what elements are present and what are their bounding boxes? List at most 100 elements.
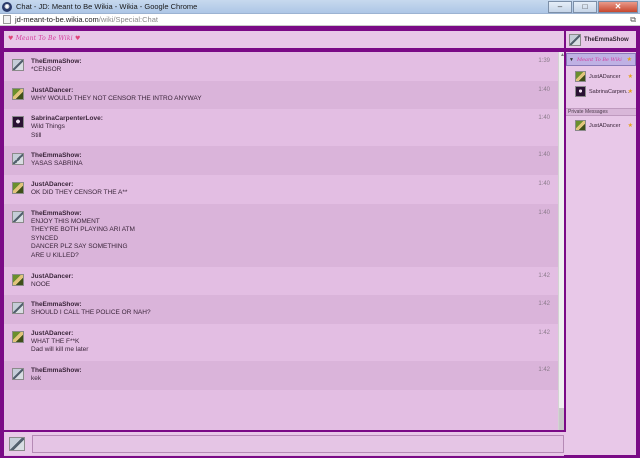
scroll-up-icon[interactable]: ▲ (560, 52, 565, 58)
message-username[interactable]: TheEmmaShow: (31, 367, 82, 374)
message-row: JustADancer: 1:40 WHY WOULD THEY NOT CENSO… (4, 80, 558, 110)
message-time: 1:40 (538, 152, 550, 159)
message-line: *CENSOR (31, 66, 62, 73)
message-username[interactable]: JustADancer: (31, 87, 73, 94)
room-header[interactable]: ▼ Meant To Be Wiki ★ (566, 53, 636, 66)
user-sidebar: ▼ Meant To Be Wiki ★ JustADancer ★ Sabrina… (566, 52, 636, 455)
star-icon: ★ (627, 74, 633, 80)
sidebar-user-name: SabrinaCarpen... (589, 88, 629, 95)
message-line: WHAT THE F**K (31, 337, 80, 345)
message-line: Wild Things (31, 123, 65, 131)
message-row: JustADancer: 1:40 OK DID THEY CENSOR THE A… (4, 175, 558, 204)
avatar (575, 71, 586, 82)
avatar[interactable] (12, 368, 24, 380)
page-menu-icon[interactable]: ⧉ (630, 15, 636, 25)
message-line: YASAS SABRINA (31, 160, 83, 168)
star-icon: ★ (626, 57, 632, 63)
star-icon: ★ (627, 89, 633, 95)
page-icon (3, 15, 11, 24)
avatar (569, 33, 581, 46)
window-title: Chat - JD: Meant to Be Wikia - Wikia - G… (16, 2, 198, 11)
message-time: 1:40 (538, 209, 550, 216)
avatar[interactable] (12, 182, 24, 194)
message-text: WHY WOULD THEY NOT CENSOR THE INTRO ANYW… (31, 95, 202, 104)
message-username[interactable]: TheEmmaShow: (31, 58, 82, 65)
message-row: SabrinaCarpenterLove: 1:40 Wild Things Stil… (4, 109, 558, 146)
message-text: kek (31, 375, 41, 384)
message-time: 1:40 (538, 115, 550, 122)
message-row: TheEmmaShow: 1:39 *CENSOR (4, 52, 558, 81)
message-text: YASAS SABRINA (31, 160, 83, 169)
close-button[interactable]: ✕ (598, 1, 638, 13)
collapse-arrow-icon[interactable]: ▼ (569, 57, 574, 63)
message-input[interactable] (32, 435, 564, 453)
message-time: 1:42 (538, 272, 550, 279)
message-time: 1:42 (538, 367, 550, 373)
chrome-app-icon: ◉ (2, 1, 12, 12)
message-list[interactable]: TheEmmaShow: 1:39 *CENSOR JustADancer: 1:40 W… (4, 52, 558, 446)
message-username[interactable]: JustADancer: (31, 273, 73, 280)
current-user-name: TheEmmaShow (584, 36, 629, 43)
avatar[interactable] (12, 302, 24, 315)
avatar[interactable] (12, 273, 24, 286)
message-line: DANCER PLZ SAY SOMETHING (31, 243, 128, 251)
message-time: 1:42 (538, 301, 550, 308)
avatar[interactable] (12, 87, 24, 100)
avatar[interactable] (12, 330, 24, 343)
address-bar[interactable]: jd-meant-to-be.wikia.com/wiki/Special:Ch… (0, 14, 640, 26)
chat-log[interactable]: TheEmmaShow: 1:39 *CENSOR JustADancer: 1:40 W… (4, 52, 565, 456)
room-logo: Meant To Be Wiki (576, 56, 622, 63)
chat-header: ♥ Meant To Be Wiki ♥ (4, 31, 564, 50)
vertical-scrollbar[interactable]: ▲ ▼ (558, 52, 565, 446)
message-text: Wild Things Still (31, 123, 65, 140)
wiki-logo[interactable]: ♥ Meant To Be Wiki ♥ (8, 35, 81, 42)
message-line: NOOE (31, 280, 51, 288)
maximize-button[interactable]: □ (573, 1, 597, 13)
message-text: ENJOY THIS MOMENT THEY'RE BOTH PLAYING AR… (31, 218, 135, 261)
current-user-panel[interactable]: TheEmmaShow (566, 31, 636, 50)
avatar[interactable] (12, 116, 24, 129)
star-icon: ★ (627, 123, 633, 129)
message-text: *CENSOR (31, 66, 61, 75)
url-path: /wiki/Special:Chat (98, 15, 158, 24)
message-row: TheEmmaShow: 1:40 YASAS SABRINA (4, 146, 558, 175)
heart-icon: ♥ (74, 35, 81, 42)
message-username[interactable]: SabrinaCarpenterLove: (31, 115, 103, 122)
avatar[interactable] (12, 210, 24, 223)
message-line: ARE U KILLED? (31, 251, 79, 259)
message-time: 1:40 (538, 181, 550, 187)
message-line: WHY WOULD THEY NOT CENSOR THE INTRO ANYW… (31, 94, 202, 102)
message-username[interactable]: JustADancer: (31, 181, 73, 188)
message-line: kek (31, 375, 42, 382)
message-username[interactable]: TheEmmaShow: (31, 210, 82, 217)
sidebar-user[interactable]: JustADancer ★ (566, 118, 636, 133)
message-line: THEY'RE BOTH PLAYING ARI ATM (31, 226, 135, 234)
message-line: OK DID THEY CENSOR THE A** (31, 189, 128, 196)
url-text[interactable]: jd-meant-to-be.wikia.com/wiki/Special:Ch… (15, 15, 158, 24)
message-username[interactable]: TheEmmaShow: (31, 152, 82, 159)
sidebar-user-name: JustADancer (589, 73, 621, 80)
message-row: TheEmmaShow: 1:42 SHOULD I CALL THE POLICE… (4, 295, 558, 324)
message-line: Dad will kill me later (31, 346, 89, 354)
message-text: OK DID THEY CENSOR THE A** (31, 189, 127, 198)
wiki-logo-text: Meant To Be Wiki (15, 35, 73, 42)
avatar (575, 120, 586, 131)
message-username[interactable]: JustADancer: (31, 330, 73, 337)
sidebar-user-name: JustADancer (589, 122, 621, 129)
minimize-button[interactable]: – (548, 1, 572, 13)
message-text: SHOULD I CALL THE POLICE OR NAH? (31, 309, 151, 318)
message-time: 1:39 (538, 58, 550, 64)
message-time: 1:42 (538, 329, 550, 336)
message-username[interactable]: TheEmmaShow: (31, 301, 82, 308)
message-text: NOOE (31, 281, 50, 290)
message-line: SHOULD I CALL THE POLICE OR NAH? (31, 309, 151, 317)
message-time: 1:40 (538, 86, 550, 93)
message-line: SYNCED (31, 234, 59, 242)
sidebar-user[interactable]: JustADancer ★ (566, 69, 636, 84)
avatar[interactable] (12, 59, 24, 71)
window-controls: – □ ✕ (547, 1, 638, 13)
message-row: TheEmmaShow: 1:40 ENJOY THIS MOMENT THEY'RE… (4, 203, 558, 267)
sidebar-user[interactable]: SabrinaCarpen... ★ (566, 84, 636, 99)
avatar[interactable] (12, 153, 24, 166)
message-input-bar (4, 430, 567, 455)
